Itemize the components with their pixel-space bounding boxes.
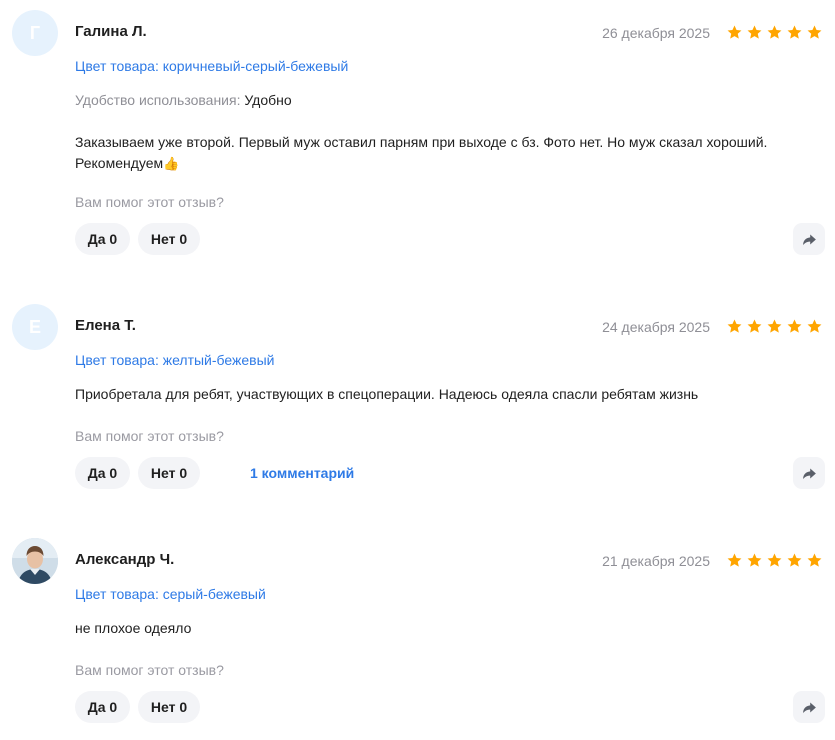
- thumbs-up-emoji: 👍: [163, 156, 180, 171]
- helpful-question: Вам помог этот отзыв?: [75, 194, 224, 210]
- product-color: Цвет товара: желтый-бежевый: [75, 352, 275, 368]
- avatar: Г: [12, 10, 58, 56]
- vote-no-button[interactable]: Нет 0: [138, 691, 200, 723]
- product-color: Цвет товара: коричневый-серый-бежевый: [75, 58, 349, 74]
- helpful-question: Вам помог этот отзыв?: [75, 428, 224, 444]
- star-icon: [747, 553, 762, 567]
- rating-stars: [726, 318, 823, 335]
- review-date: 26 декабря 2025: [602, 25, 710, 41]
- user-photo-icon: [12, 538, 58, 584]
- star-icon: [807, 319, 822, 333]
- share-button[interactable]: [793, 223, 825, 255]
- star-icon: [727, 319, 742, 333]
- vote-yes-button[interactable]: Да 0: [75, 457, 130, 489]
- star-icon: [807, 553, 822, 567]
- usability-line: Удобство использования: Удобно: [75, 90, 292, 110]
- vote-yes-button[interactable]: Да 0: [75, 691, 130, 723]
- usability-label: Удобство использования:: [75, 92, 241, 108]
- avatar: Е: [12, 304, 58, 350]
- share-button[interactable]: [793, 691, 825, 723]
- star-icon: [787, 553, 802, 567]
- review-text-line: Заказываем уже второй. Первый муж остави…: [75, 134, 768, 150]
- review-card: Александр Ч. 21 декабря 2025 Цвет товара…: [0, 538, 835, 733]
- star-icon: [767, 25, 782, 39]
- vote-no-button[interactable]: Нет 0: [138, 223, 200, 255]
- review-text: Приобретала для ребят, участвующих в спе…: [75, 386, 699, 402]
- comments-link[interactable]: 1 комментарий: [250, 463, 354, 483]
- share-arrow-icon: [802, 234, 816, 245]
- review-card: Е Елена Т. 24 декабря 2025 Цвет товара: …: [0, 304, 835, 494]
- vote-yes-button[interactable]: Да 0: [75, 223, 130, 255]
- usability-value: Удобно: [244, 92, 292, 108]
- rating-stars: [726, 552, 823, 569]
- star-icon: [727, 553, 742, 567]
- review-date: 21 декабря 2025: [602, 553, 710, 569]
- review-author: Елена Т.: [75, 317, 136, 334]
- review-text: Заказываем уже второй. Первый муж остави…: [75, 132, 820, 174]
- star-icon: [747, 319, 762, 333]
- share-arrow-icon: [802, 702, 816, 713]
- share-arrow-icon: [802, 468, 816, 479]
- review-card: Г Галина Л. 26 декабря 2025 Цвет товара:…: [0, 10, 835, 260]
- review-text: не плохое одеяло: [75, 620, 192, 636]
- review-author: Галина Л.: [75, 23, 147, 40]
- review-text-line: Рекомендуем👍: [75, 155, 180, 171]
- share-button[interactable]: [793, 457, 825, 489]
- star-icon: [767, 319, 782, 333]
- product-color: Цвет товара: серый-бежевый: [75, 586, 266, 602]
- star-icon: [767, 553, 782, 567]
- review-date: 24 декабря 2025: [602, 319, 710, 335]
- review-author: Александр Ч.: [75, 551, 175, 568]
- helpful-question: Вам помог этот отзыв?: [75, 662, 224, 678]
- star-icon: [787, 319, 802, 333]
- rating-stars: [726, 24, 823, 41]
- star-icon: [807, 25, 822, 39]
- star-icon: [727, 25, 742, 39]
- vote-no-button[interactable]: Нет 0: [138, 457, 200, 489]
- star-icon: [787, 25, 802, 39]
- star-icon: [747, 25, 762, 39]
- avatar: [12, 538, 58, 584]
